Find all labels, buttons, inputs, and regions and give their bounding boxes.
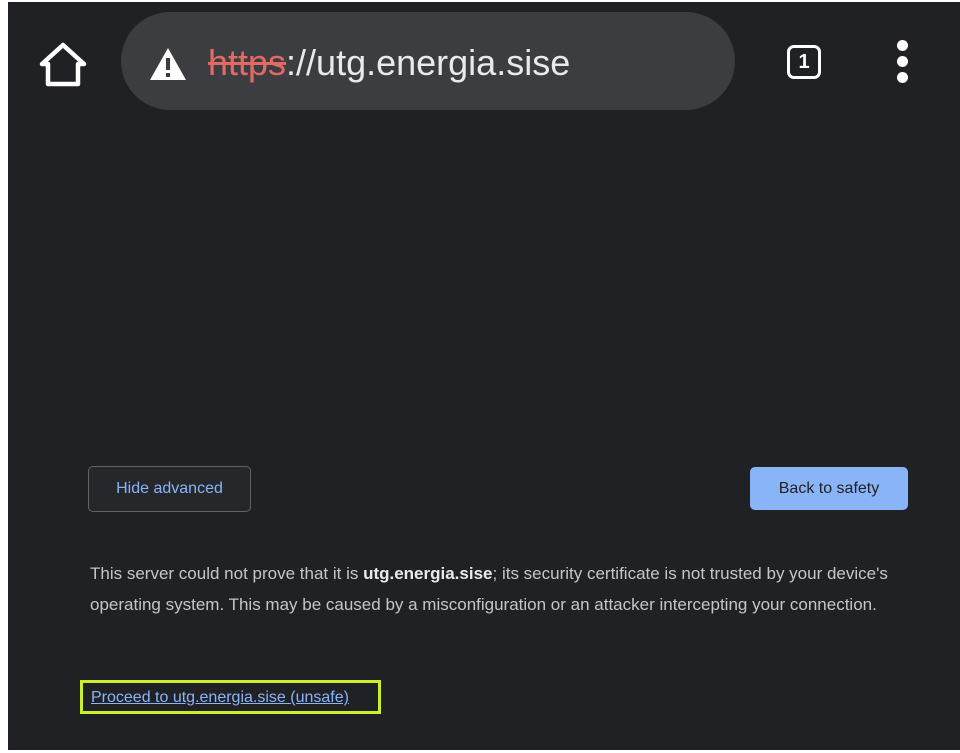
url-host: ://utg.energia.sise [286,42,571,83]
menu-dot [897,56,908,67]
url-scheme: https [208,42,287,83]
home-button[interactable] [38,40,88,88]
warning-triangle-icon [150,48,186,80]
browser-window: https://utg.energia.sise 1 Hide advanced… [8,2,960,750]
explanation-text-start: This server could not prove that it is [90,564,364,583]
more-vert-icon[interactable] [888,38,918,86]
menu-dot [897,72,908,83]
hide-advanced-button[interactable]: Hide advanced [88,466,251,512]
tab-switcher-button[interactable]: 1 [785,43,823,81]
url-text: https://utg.energia.sise [208,39,570,87]
proceed-unsafe-link[interactable]: Proceed to utg.energia.sise (unsafe) [91,687,349,709]
menu-dot [897,40,908,51]
address-bar[interactable]: https://utg.energia.sise [121,12,735,110]
proceed-highlight: Proceed to utg.energia.sise (unsafe) [80,680,381,714]
home-icon [39,42,87,87]
tab-count: 1 [787,45,821,79]
advanced-explanation: This server could not prove that it is u… [90,558,920,620]
explanation-domain: utg.energia.sise [363,564,493,583]
back-to-safety-button[interactable]: Back to safety [750,467,908,510]
